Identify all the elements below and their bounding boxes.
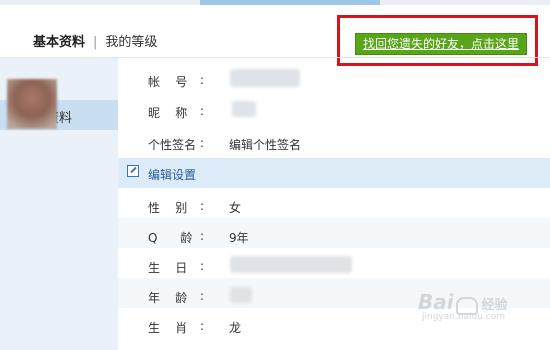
birthday-colon: : (200, 259, 205, 273)
top-tab-strip (0, 0, 550, 5)
tab-my-level[interactable]: 我的等级 (105, 35, 157, 50)
q-age-label: Q 龄 (148, 231, 193, 245)
age-label: 年 龄 (148, 291, 188, 305)
edit-icon[interactable] (127, 165, 139, 177)
profile-tabs: 基本资料 | 我的等级 (33, 31, 157, 50)
nickname-value-blurred (232, 101, 256, 117)
nickname-colon: : (200, 104, 205, 118)
gender-label: 性 别 (148, 201, 188, 215)
gender-colon: : (200, 199, 205, 213)
watermark-url: jingyan.baidu.com (422, 311, 506, 322)
age-colon: : (200, 289, 205, 303)
birthday-label: 生 日 (148, 261, 188, 275)
account-value-blurred (230, 69, 300, 87)
signature-colon: : (200, 136, 205, 150)
zodiac-value: 龙 (229, 321, 242, 335)
nickname-label: 昵 称 (148, 106, 188, 120)
edit-settings-link[interactable]: 编辑设置 (148, 166, 196, 183)
age-value-blurred (230, 287, 252, 303)
signature-edit-link[interactable]: 编辑个性签名 (229, 136, 301, 153)
account-label: 帐 号 (148, 75, 188, 89)
watermark-suffix: 经验 (481, 298, 508, 313)
birthday-value-blurred (230, 256, 352, 273)
gender-value: 女 (229, 201, 242, 215)
q-age-value: 9年 (229, 231, 249, 245)
q-age-colon: : (200, 229, 205, 243)
zodiac-label: 生 肖 (148, 321, 188, 335)
tab-separator: | (93, 35, 98, 50)
zodiac-colon: : (200, 319, 205, 333)
watermark-brand: Bai (418, 290, 454, 314)
baidu-jingyan-watermark: Bai 经验 jingyan.baidu.com (418, 290, 507, 322)
annotation-highlight-box (337, 15, 538, 66)
account-colon: : (200, 73, 205, 87)
avatar[interactable] (7, 79, 57, 129)
top-tab-active[interactable] (200, 0, 380, 5)
signature-label: 个性签名 (148, 138, 197, 152)
tab-basic-info[interactable]: 基本资料 (33, 35, 85, 50)
